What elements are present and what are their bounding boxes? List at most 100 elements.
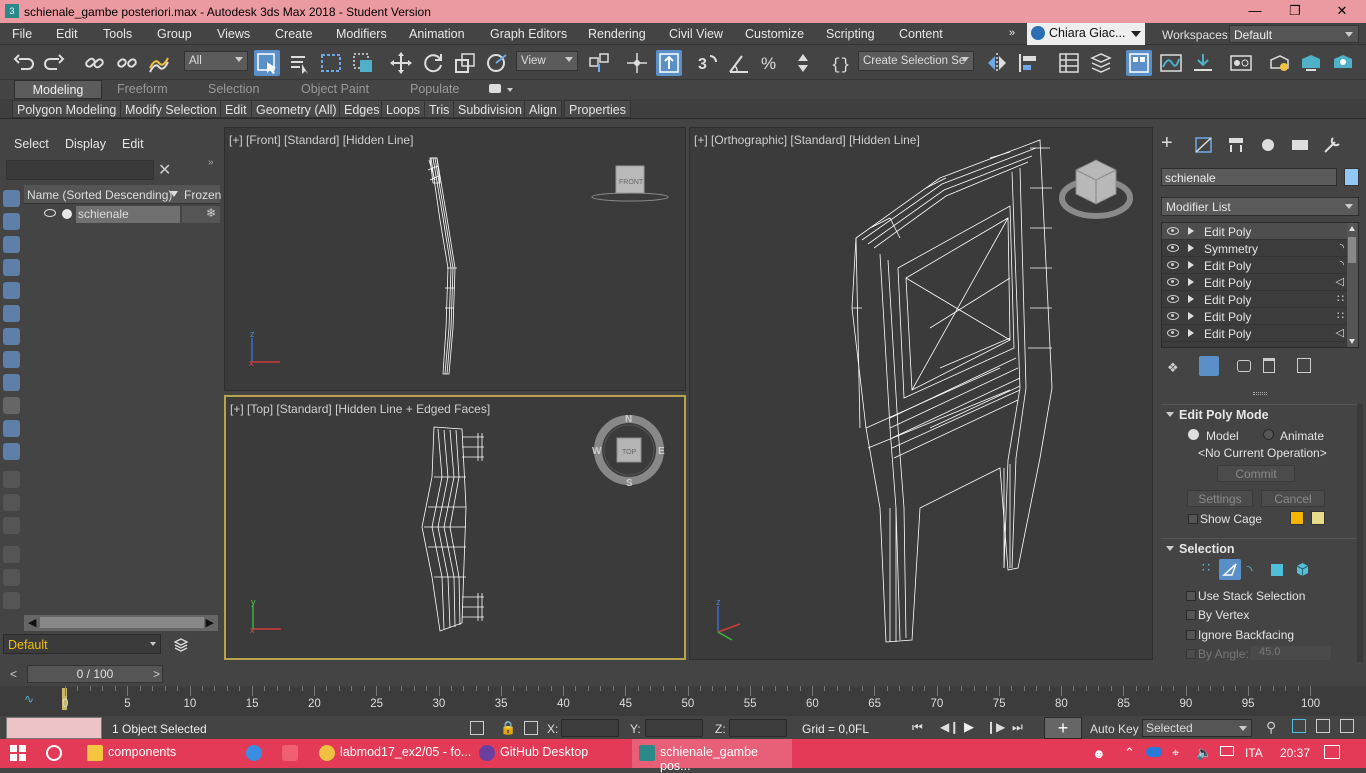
- utilities-tab-icon[interactable]: [1321, 135, 1343, 155]
- rollout-selection[interactable]: Selection: [1161, 538, 1357, 556]
- prev-frame-icon[interactable]: <: [10, 667, 17, 681]
- percent-snap-icon[interactable]: %: [758, 50, 784, 76]
- user-account[interactable]: Chiara Giac...: [1027, 23, 1145, 45]
- expand-icon[interactable]: [1188, 261, 1194, 269]
- menu-edit[interactable]: Edit: [56, 27, 78, 41]
- volume-icon[interactable]: 🔈: [1196, 745, 1212, 761]
- tab-modeling[interactable]: Modeling: [14, 80, 102, 99]
- undo-button[interactable]: [12, 50, 38, 76]
- rectangular-selection-icon[interactable]: [318, 50, 344, 76]
- layer-dropdown[interactable]: Default: [3, 634, 161, 654]
- configure-modifier-sets-icon[interactable]: [1297, 358, 1311, 373]
- bind-spacewarp-icon[interactable]: [146, 50, 172, 76]
- select-all-icon[interactable]: [3, 471, 20, 488]
- display-particles-icon[interactable]: [3, 420, 20, 437]
- border-mode-icon[interactable]: ◝: [1247, 562, 1252, 579]
- align-icon[interactable]: [1016, 50, 1042, 76]
- placement-icon[interactable]: [484, 50, 510, 76]
- column-name[interactable]: Name (Sorted Descending): [27, 188, 172, 202]
- ribbon-tris[interactable]: Tris: [424, 100, 455, 118]
- lock-selection-icon[interactable]: 🔒: [500, 720, 516, 736]
- absolute-mode-icon[interactable]: [524, 721, 538, 735]
- expand-icon[interactable]: [1188, 278, 1194, 286]
- display-bones-icon[interactable]: [3, 374, 20, 391]
- motion-tab-icon[interactable]: [1257, 135, 1279, 155]
- x-coordinate-input[interactable]: [561, 719, 619, 737]
- named-selection-icon[interactable]: {}: [828, 50, 854, 76]
- horizontal-scrollbar[interactable]: ◀ ▶: [24, 615, 218, 631]
- display-spacewarps-icon[interactable]: [3, 305, 20, 322]
- model-radio[interactable]: [1188, 429, 1199, 440]
- menu-overflow-icon[interactable]: »: [1009, 27, 1015, 39]
- invert-selection-icon[interactable]: [3, 517, 20, 534]
- menu-customize[interactable]: Customize: [745, 27, 804, 41]
- filter-icon[interactable]: [3, 546, 20, 563]
- scale-icon[interactable]: [452, 50, 478, 76]
- layer-explorer-icon[interactable]: [1088, 50, 1114, 76]
- select-by-name-button[interactable]: [286, 50, 312, 76]
- display-none-icon[interactable]: [3, 190, 20, 207]
- move-icon[interactable]: [388, 50, 414, 76]
- expand-icon[interactable]: »: [208, 157, 214, 168]
- rollout-edit-poly-mode[interactable]: Edit Poly Mode: [1161, 404, 1357, 422]
- auto-key-button[interactable]: Auto Key: [1090, 722, 1139, 736]
- show-cage-checkbox[interactable]: [1188, 514, 1198, 524]
- scroll-left-icon[interactable]: ◀: [28, 616, 36, 629]
- settings-button[interactable]: Settings: [1187, 490, 1253, 507]
- expand-icon[interactable]: [1188, 295, 1194, 303]
- eye-icon[interactable]: [1167, 261, 1179, 269]
- tab-object-paint[interactable]: Object Paint: [301, 82, 369, 96]
- y-coordinate-input[interactable]: [645, 719, 703, 737]
- chevron-up-icon[interactable]: ⌃: [1124, 745, 1135, 761]
- panel-divider-icon[interactable]: [1253, 392, 1267, 395]
- mirror-icon[interactable]: [984, 50, 1010, 76]
- taskbar-3dsmax[interactable]: schienale_gambe pos...: [632, 739, 792, 773]
- z-coordinate-input[interactable]: [729, 719, 787, 737]
- display-cameras-icon[interactable]: [3, 259, 20, 276]
- curve-editor-mini-icon[interactable]: ∿: [24, 692, 34, 706]
- next-key-icon[interactable]: ❙▶: [986, 720, 1005, 734]
- angle-snap-icon[interactable]: [726, 50, 752, 76]
- menu-content[interactable]: Content: [899, 27, 943, 41]
- ribbon-properties[interactable]: Properties: [564, 100, 631, 118]
- tab-freeform[interactable]: Freeform: [117, 82, 168, 96]
- eye-icon[interactable]: [1167, 244, 1179, 252]
- object-name-field[interactable]: schienale: [1161, 168, 1337, 186]
- render-setup-icon[interactable]: [1266, 50, 1292, 76]
- taskbar-components[interactable]: components: [80, 739, 230, 768]
- curve-editor-icon[interactable]: [1158, 50, 1184, 76]
- menu-modifiers[interactable]: Modifiers: [336, 27, 387, 41]
- scrollbar-thumb[interactable]: [40, 617, 204, 628]
- goto-start-icon[interactable]: ⏮: [912, 720, 923, 735]
- create-tab-icon[interactable]: +: [1161, 132, 1183, 154]
- ribbon-subdivision[interactable]: Subdivision: [453, 100, 527, 118]
- display-tab-icon[interactable]: [1289, 135, 1311, 155]
- column-frozen[interactable]: Frozen: [184, 188, 221, 202]
- tab-selection[interactable]: Selection: [208, 82, 259, 96]
- stack-item[interactable]: Edit Poly ∷: [1162, 291, 1348, 308]
- menu-file[interactable]: File: [12, 27, 32, 41]
- set-key-icon[interactable]: +: [1044, 717, 1082, 739]
- scene-object-name[interactable]: schienale: [76, 206, 180, 223]
- menu-rendering[interactable]: Rendering: [588, 27, 646, 41]
- scroll-down-icon[interactable]: [1349, 339, 1355, 344]
- ribbon-geometry-all[interactable]: Geometry (All): [251, 100, 342, 118]
- taskbar-github[interactable]: GitHub Desktop: [472, 739, 630, 768]
- display-groups-icon[interactable]: [3, 328, 20, 345]
- language-indicator[interactable]: ITA: [1245, 746, 1263, 760]
- redo-button[interactable]: [40, 50, 66, 76]
- time-slider[interactable]: 0 / 100: [27, 665, 163, 683]
- restore-button[interactable]: ❐: [1285, 3, 1305, 19]
- element-mode-icon[interactable]: [1295, 562, 1310, 577]
- expand-icon[interactable]: [1188, 227, 1194, 235]
- scene-search-input[interactable]: [6, 160, 154, 180]
- ribbon-edit[interactable]: Edit: [220, 100, 252, 118]
- view-cube-top-label[interactable]: TOP: [622, 449, 637, 456]
- menu-views[interactable]: Views: [217, 27, 250, 41]
- object-color-swatch[interactable]: [1344, 168, 1359, 186]
- tab-populate[interactable]: Populate: [410, 82, 459, 96]
- edge-mode-icon[interactable]: [1219, 559, 1241, 580]
- expand-icon[interactable]: [1188, 244, 1194, 252]
- clear-search-icon[interactable]: ✕: [158, 160, 171, 180]
- scroll-right-icon[interactable]: ▶: [206, 616, 214, 629]
